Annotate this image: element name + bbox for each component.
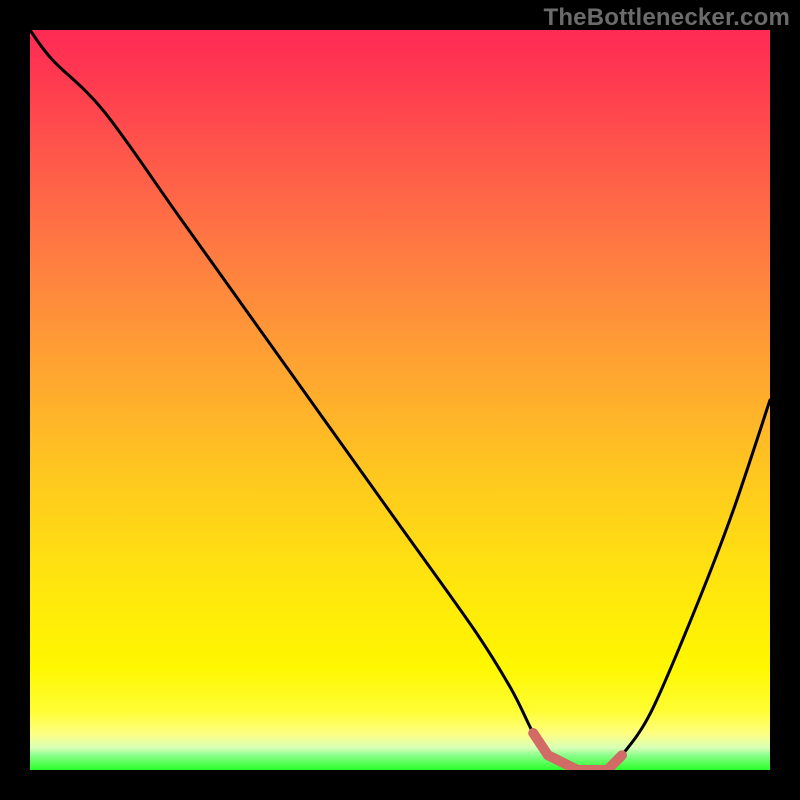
plot-area — [30, 30, 770, 770]
bottleneck-curve — [30, 30, 770, 770]
watermark-text: TheBottlenecker.com — [543, 4, 790, 32]
chart-frame: TheBottlenecker.com — [0, 0, 800, 800]
